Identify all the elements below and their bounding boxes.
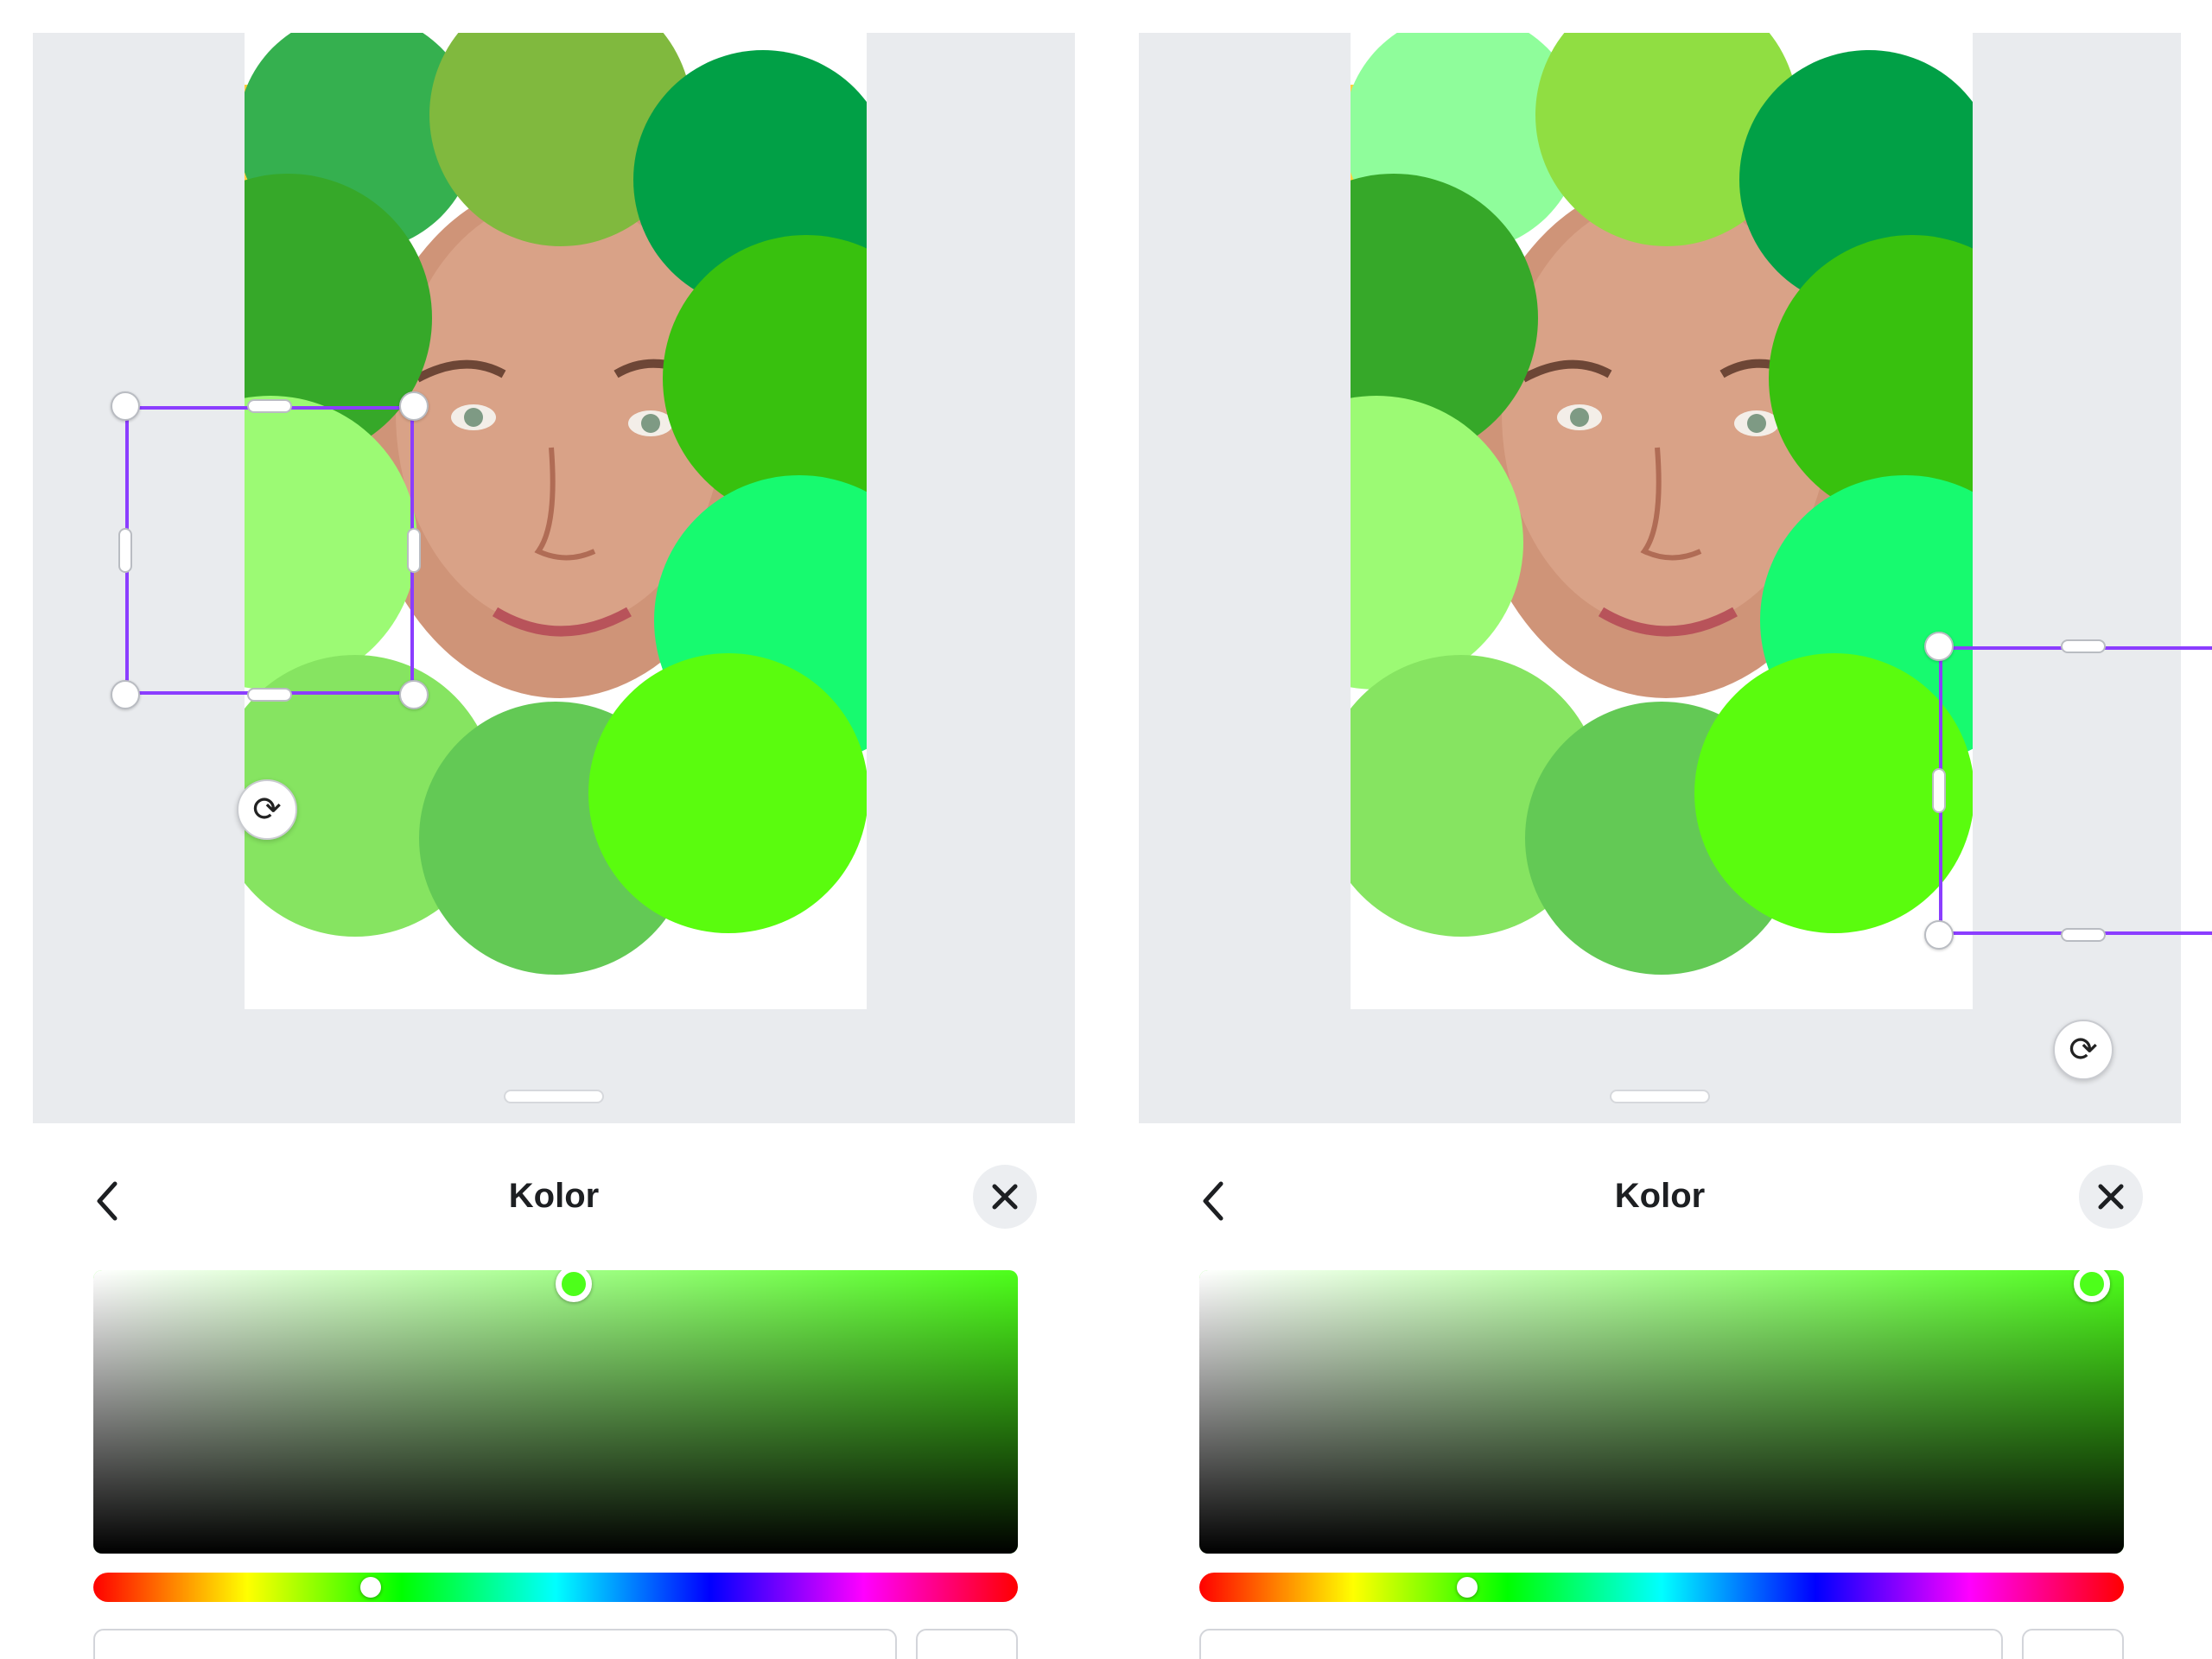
circle-bottom-right[interactable] (1694, 653, 1973, 933)
saturation-brightness-picker[interactable] (1199, 1270, 2124, 1554)
design-artwork (1351, 33, 1973, 975)
hue-slider[interactable] (1199, 1573, 2124, 1602)
resize-handle-bottom-left[interactable] (111, 680, 140, 709)
hex-input[interactable] (1199, 1629, 2003, 1659)
resize-handle-top[interactable] (2061, 639, 2106, 653)
resize-handle-top[interactable] (247, 399, 292, 413)
resize-handle-left[interactable] (118, 528, 132, 573)
selection-box[interactable] (1939, 646, 2212, 935)
color-sheet: Kolor (33, 1123, 1075, 1659)
resize-handle-top-left[interactable] (1924, 632, 1954, 661)
close-icon[interactable] (973, 1165, 1037, 1229)
resize-handle-bottom-right[interactable] (399, 680, 429, 709)
color-sheet: Kolor (1139, 1123, 2181, 1659)
resize-handle-top-left[interactable] (111, 391, 140, 421)
color-swatch-field[interactable] (2022, 1629, 2124, 1659)
sheet-title: Kolor (508, 1177, 600, 1215)
saturation-brightness-picker[interactable] (93, 1270, 1018, 1554)
sheet-drag-handle[interactable] (504, 1090, 604, 1103)
close-icon[interactable] (2079, 1165, 2143, 1229)
resize-handle-bottom-left[interactable] (1924, 920, 1954, 950)
selection-box[interactable] (125, 406, 414, 695)
canvas-stage: ⟳ (33, 33, 1075, 1123)
circle-bottom-right[interactable] (588, 653, 867, 933)
color-swatch-field[interactable] (916, 1629, 1018, 1659)
design-page[interactable] (1351, 33, 1973, 1009)
canvas-stage: ⟳ (1139, 33, 2212, 1123)
resize-handle-bottom[interactable] (247, 688, 292, 702)
hex-input[interactable] (93, 1629, 897, 1659)
editor-panel-right: ⟳ Kolor (1106, 0, 2212, 1659)
resize-handle-right[interactable] (407, 528, 421, 573)
hue-slider[interactable] (93, 1573, 1018, 1602)
resize-handle-bottom[interactable] (2061, 928, 2106, 942)
hue-slider-thumb[interactable] (1457, 1577, 1478, 1598)
sheet-drag-handle[interactable] (1610, 1090, 1710, 1103)
rotate-icon[interactable]: ⟳ (237, 779, 297, 840)
resize-handle-left[interactable] (1932, 768, 1946, 813)
sheet-title: Kolor (1614, 1177, 1706, 1215)
hue-slider-thumb[interactable] (360, 1577, 381, 1598)
rotate-icon[interactable]: ⟳ (2053, 1020, 2113, 1080)
editor-panel-left: ⟳ Kolor (0, 0, 1106, 1659)
resize-handle-top-right[interactable] (399, 391, 429, 421)
